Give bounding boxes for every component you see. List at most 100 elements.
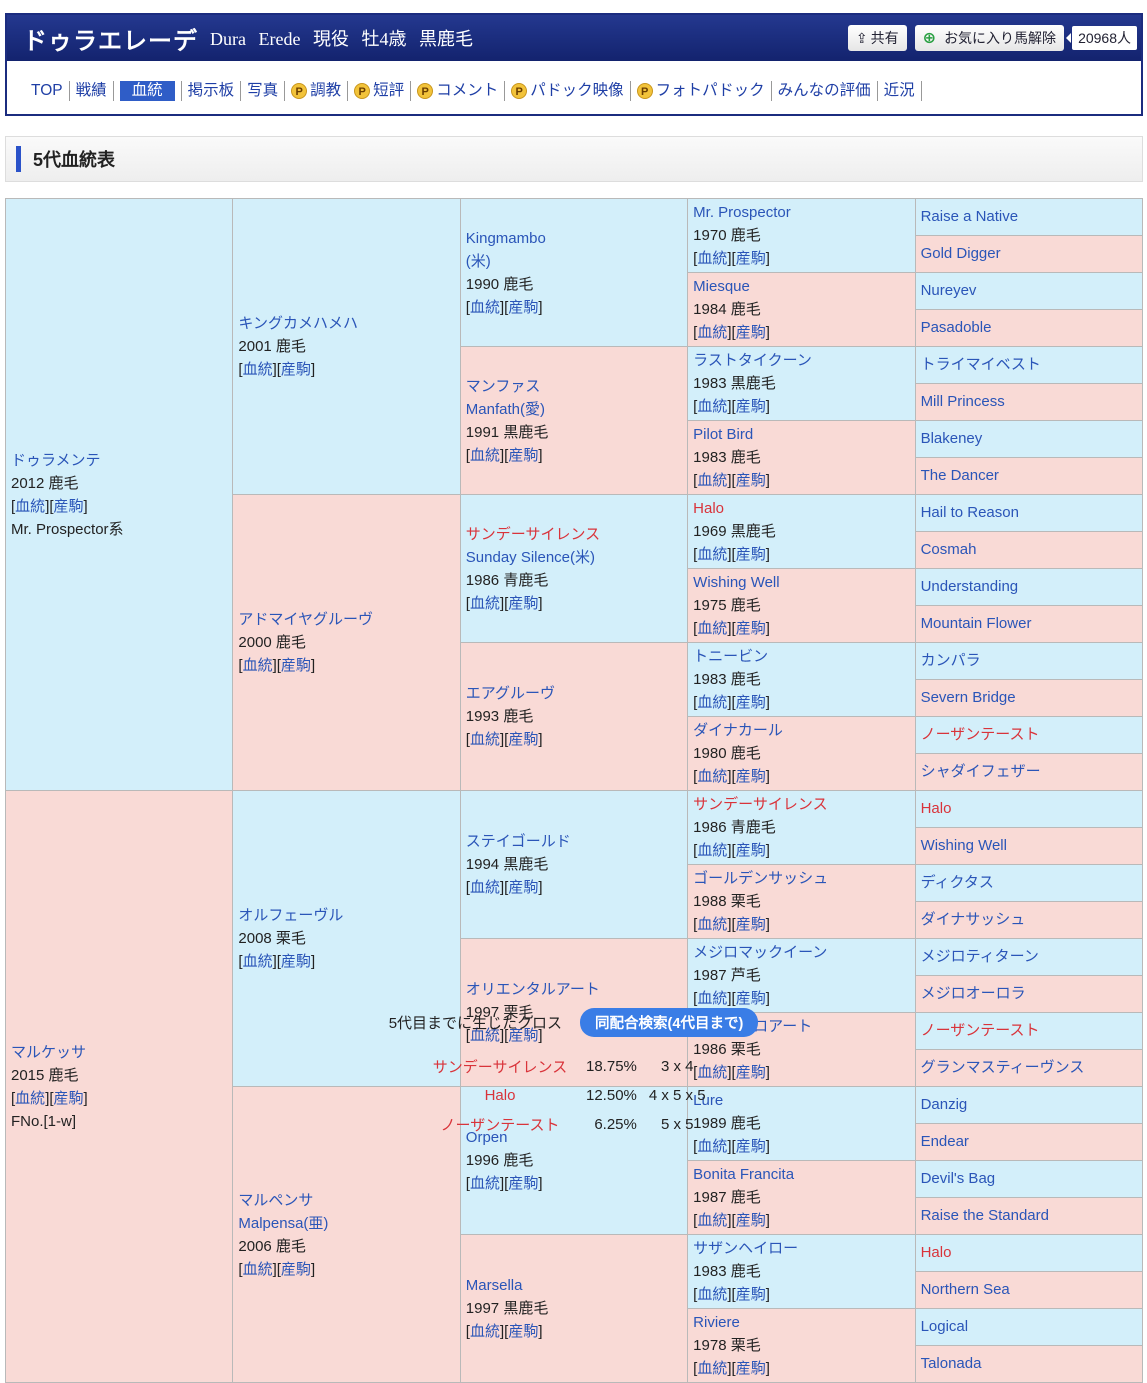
nav-5[interactable]: P 調教 <box>285 81 349 101</box>
progeny-link[interactable]: 産駒 <box>281 361 311 378</box>
horse-link[interactable]: Pasadoble <box>921 319 992 336</box>
nav-3[interactable]: 掲示板 <box>180 81 242 101</box>
progeny-link[interactable]: 産駒 <box>736 250 766 267</box>
nav-11[interactable]: 近況 <box>878 81 922 101</box>
horse-link[interactable]: ダイナカール <box>693 722 783 739</box>
horse-link[interactable]: カンパラ <box>921 652 981 669</box>
horse-link[interactable]: Bonita Francita <box>693 1166 794 1183</box>
horse-link[interactable]: Danzig <box>921 1096 968 1113</box>
horse-link[interactable]: オリエンタルアート <box>466 981 600 998</box>
horse-link[interactable]: Pilot Bird <box>693 426 753 443</box>
pedigree-link[interactable]: 血統 <box>470 1323 500 1340</box>
horse-link[interactable]: Nureyev <box>921 282 977 299</box>
progeny-link[interactable]: 産駒 <box>736 916 766 933</box>
horse-link[interactable]: Mr. Prospector <box>693 204 791 221</box>
horse-link[interactable]: トニービン <box>693 648 768 665</box>
horse-link[interactable]: Logical <box>921 1318 969 1335</box>
progeny-link[interactable]: 産駒 <box>736 842 766 859</box>
pedigree-link[interactable]: 血統 <box>15 498 45 515</box>
horse-link[interactable]: Hail to Reason <box>921 504 1019 521</box>
horse-link[interactable]: Halo <box>693 500 724 517</box>
horse-link[interactable]: Northern Sea <box>921 1281 1010 1298</box>
progeny-link[interactable]: 産駒 <box>281 657 311 674</box>
pedigree-link[interactable]: 血統 <box>697 1212 727 1229</box>
pedigree-link[interactable]: 血統 <box>697 620 727 637</box>
pedigree-link[interactable]: 血統 <box>697 250 727 267</box>
progeny-link[interactable]: 産駒 <box>508 1323 538 1340</box>
pedigree-link[interactable]: 血統 <box>697 842 727 859</box>
horse-link[interactable]: Severn Bridge <box>921 689 1016 706</box>
nav-10[interactable]: みんなの評価 <box>772 81 878 101</box>
horse-link[interactable]: Understanding <box>921 578 1019 595</box>
pedigree-link[interactable]: 血統 <box>470 447 500 464</box>
progeny-link[interactable]: 産駒 <box>736 1286 766 1303</box>
horse-link[interactable]: ダイナサッシュ <box>921 911 1026 928</box>
horse-link[interactable]: Riviere <box>693 1314 740 1331</box>
horse-link-en[interactable]: Manfath(愛) <box>466 401 545 418</box>
pedigree-link[interactable]: 血統 <box>697 768 727 785</box>
progeny-link[interactable]: 産駒 <box>736 1360 766 1377</box>
horse-link[interactable]: Miesque <box>693 278 750 295</box>
same-mating-search-button[interactable]: 同配合検索(4代目まで) <box>580 1008 759 1037</box>
horse-link-en[interactable]: Malpensa(亜) <box>238 1215 328 1232</box>
nav-0[interactable]: TOP <box>25 81 70 101</box>
horse-link[interactable]: Endear <box>921 1133 969 1150</box>
horse-link[interactable]: Halo <box>921 800 952 817</box>
horse-link[interactable]: Wishing Well <box>921 837 1007 854</box>
progeny-link[interactable]: 産駒 <box>508 595 538 612</box>
horse-link[interactable]: キングカメハメハ <box>238 315 358 332</box>
horse-link-en[interactable]: Sunday Silence(米) <box>466 549 595 566</box>
pedigree-link[interactable]: 血統 <box>697 324 727 341</box>
nav-9[interactable]: P フォトパドック <box>631 81 772 101</box>
pedigree-link[interactable]: 血統 <box>697 916 727 933</box>
horse-link[interactable]: サンデーサイレンス <box>466 526 600 543</box>
progeny-link[interactable]: 産駒 <box>508 299 538 316</box>
progeny-link[interactable]: 産駒 <box>736 1212 766 1229</box>
nav-6[interactable]: P 短評 <box>348 81 412 101</box>
horse-link[interactable]: グランマスティーヴンス <box>921 1059 1085 1076</box>
progeny-link[interactable]: 産駒 <box>736 398 766 415</box>
horse-link[interactable]: マンファス <box>466 378 541 395</box>
horse-link[interactable]: ノーザンテースト <box>921 726 1040 743</box>
pedigree-link[interactable]: 血統 <box>697 546 727 563</box>
horse-link[interactable]: ドゥラメンテ <box>11 452 101 469</box>
progeny-link[interactable]: 産駒 <box>508 879 538 896</box>
horse-link[interactable]: マルケッサ <box>11 1044 86 1061</box>
horse-link[interactable]: オルフェーヴル <box>238 907 343 924</box>
pedigree-link[interactable]: 血統 <box>470 731 500 748</box>
horse-link[interactable]: Wishing Well <box>693 574 779 591</box>
cross-horse[interactable]: Halo <box>420 1081 580 1110</box>
horse-link[interactable]: メジロオーロラ <box>921 985 1026 1002</box>
horse-link[interactable]: メジロマックイーン <box>693 944 827 961</box>
pedigree-link[interactable]: 血統 <box>470 879 500 896</box>
pedigree-link[interactable]: 血統 <box>243 361 273 378</box>
horse-link[interactable]: Blakeney <box>921 430 983 447</box>
nav-4[interactable]: 写真 <box>241 81 286 101</box>
pedigree-link[interactable]: 血統 <box>697 990 727 1007</box>
pedigree-link[interactable]: 血統 <box>15 1090 45 1107</box>
horse-link-en[interactable]: (米) <box>466 253 491 270</box>
horse-link[interactable]: ゴールデンサッシュ <box>693 870 828 887</box>
nav-7[interactable]: P コメント <box>411 81 506 101</box>
progeny-link[interactable]: 産駒 <box>736 620 766 637</box>
progeny-link[interactable]: 産駒 <box>508 731 538 748</box>
nav-1[interactable]: 戦績 <box>70 81 114 101</box>
horse-link[interactable]: ラストタイクーン <box>693 352 812 369</box>
horse-link[interactable]: Raise the Standard <box>921 1207 1049 1224</box>
progeny-link[interactable]: 産駒 <box>736 768 766 785</box>
progeny-link[interactable]: 産駒 <box>736 472 766 489</box>
progeny-link[interactable]: 産駒 <box>736 694 766 711</box>
progeny-link[interactable]: 産駒 <box>281 953 311 970</box>
cross-horse[interactable]: ノーザンテースト <box>420 1110 580 1139</box>
pedigree-link[interactable]: 血統 <box>470 595 500 612</box>
horse-link[interactable]: サンデーサイレンス <box>693 796 827 813</box>
horse-link[interactable]: トライマイベスト <box>921 356 1041 373</box>
horse-link[interactable]: アドマイヤグルーヴ <box>238 611 373 628</box>
share-button[interactable]: ⇪ 共有 <box>847 25 907 51</box>
horse-link[interactable]: ディクタス <box>921 874 994 891</box>
horse-link[interactable]: エアグルーヴ <box>466 685 555 702</box>
progeny-link[interactable]: 産駒 <box>281 1261 311 1278</box>
progeny-link[interactable]: 産駒 <box>736 1064 766 1081</box>
progeny-link[interactable]: 産駒 <box>508 1175 538 1192</box>
progeny-link[interactable]: 産駒 <box>736 990 766 1007</box>
